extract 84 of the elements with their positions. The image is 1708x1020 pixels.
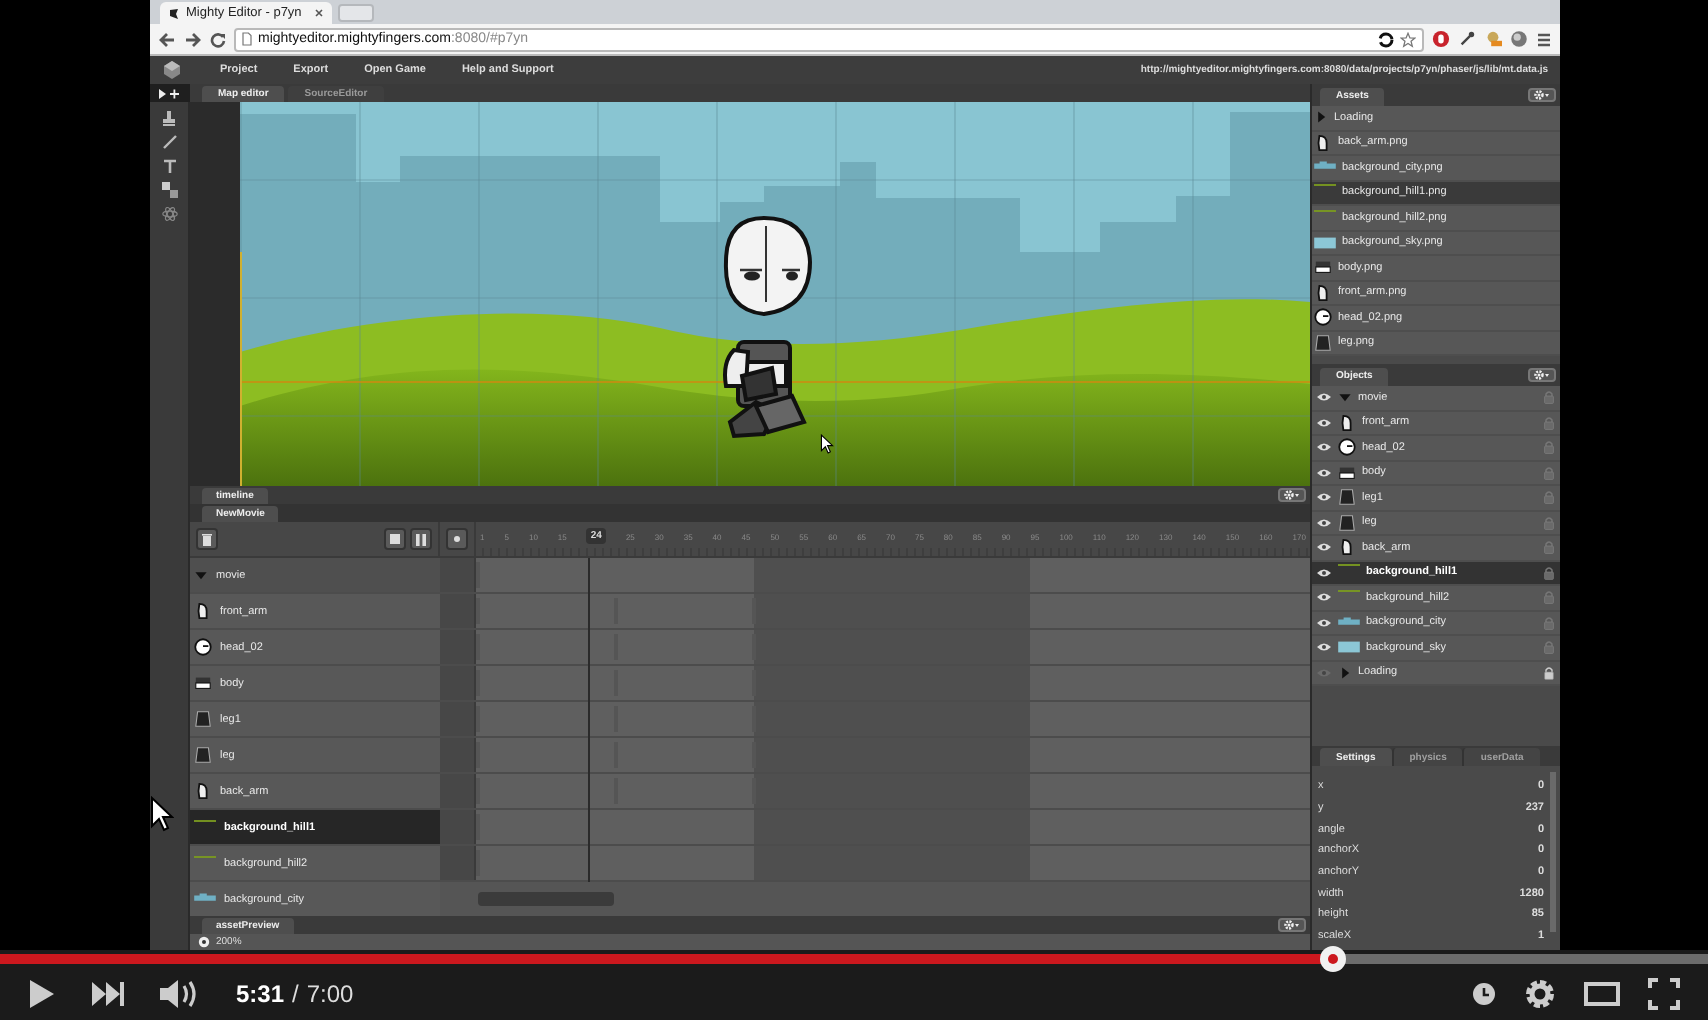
next-icon[interactable] xyxy=(92,981,124,1005)
eye-icon[interactable] xyxy=(1316,417,1332,428)
settings-menu-button[interactable] xyxy=(1528,368,1556,382)
settings-icon[interactable] xyxy=(1524,977,1556,1009)
eye-icon[interactable] xyxy=(1316,567,1332,578)
brush-tool-icon[interactable] xyxy=(161,133,177,149)
trash-icon[interactable] xyxy=(202,533,212,545)
arm-icon xyxy=(1338,538,1356,557)
reload-icon[interactable] xyxy=(210,31,226,47)
close-icon[interactable] xyxy=(314,8,324,18)
tile-tool-icon[interactable] xyxy=(161,181,177,197)
sky-icon xyxy=(1314,233,1336,252)
globe-icon[interactable] xyxy=(1510,30,1528,48)
record-icon[interactable] xyxy=(454,536,460,542)
record-button[interactable] xyxy=(446,528,468,550)
collapse-arrow-icon[interactable] xyxy=(1338,390,1352,405)
line-icon xyxy=(1314,184,1336,187)
arm-icon xyxy=(194,602,212,620)
lock-icon[interactable] xyxy=(1544,665,1554,680)
expand-arrow-icon[interactable] xyxy=(1314,110,1328,125)
expand-arrow-icon[interactable] xyxy=(1338,665,1352,680)
eyedropper-icon[interactable] xyxy=(1458,30,1476,48)
clock-icon[interactable] xyxy=(1472,981,1496,1005)
page-icon xyxy=(242,32,252,46)
line-icon xyxy=(1338,564,1360,567)
scrollbar-thumb[interactable] xyxy=(478,892,614,906)
app-logo-icon[interactable] xyxy=(162,60,182,80)
play-icon[interactable] xyxy=(28,977,56,1009)
sky-icon xyxy=(1338,638,1360,657)
eye-icon[interactable] xyxy=(1316,442,1332,453)
stamp-tool-icon[interactable] xyxy=(162,109,176,125)
line-icon xyxy=(1338,589,1360,592)
scrollbar[interactable] xyxy=(1550,772,1556,932)
text-tool-icon[interactable] xyxy=(161,157,177,173)
extension-icon[interactable] xyxy=(1432,30,1450,48)
eye-icon[interactable] xyxy=(1316,517,1332,528)
new-tab-button[interactable] xyxy=(338,4,374,22)
star-icon[interactable] xyxy=(1400,31,1416,47)
fullscreen-icon[interactable] xyxy=(1648,977,1680,1009)
eye-icon[interactable] xyxy=(1316,542,1332,553)
arm-icon xyxy=(194,782,212,800)
settings-menu-button[interactable] xyxy=(1278,918,1306,932)
eye-icon[interactable] xyxy=(1316,467,1332,478)
time-separator: / xyxy=(292,979,299,1007)
line-icon xyxy=(194,819,216,821)
arm-icon xyxy=(1314,133,1332,152)
settings-menu-button[interactable] xyxy=(1528,88,1556,102)
pause-button[interactable] xyxy=(410,528,432,550)
theater-mode-icon[interactable] xyxy=(1584,981,1620,1005)
hidden-eye-icon[interactable] xyxy=(1316,667,1332,678)
volume-icon[interactable] xyxy=(160,977,200,1009)
atom-icon[interactable] xyxy=(161,205,177,221)
extension-icon[interactable] xyxy=(1484,30,1502,48)
head-icon xyxy=(1314,308,1332,327)
current-time: 5:31 xyxy=(236,979,285,1007)
mouse-cursor-icon xyxy=(820,434,834,454)
head-icon xyxy=(1338,438,1356,457)
stop-button[interactable] xyxy=(384,528,406,550)
sync-icon[interactable] xyxy=(1378,31,1394,47)
mouse-cursor-icon xyxy=(150,796,174,832)
eye-icon[interactable] xyxy=(1316,592,1332,603)
lock-icon[interactable] xyxy=(1544,565,1554,580)
total-time: 7:00 xyxy=(306,979,354,1007)
zoom-icon[interactable] xyxy=(198,936,210,948)
arm-icon xyxy=(1314,283,1332,302)
head-icon xyxy=(194,638,212,656)
site-logo-icon xyxy=(168,7,180,19)
body-icon xyxy=(1338,463,1356,482)
back-icon[interactable] xyxy=(158,31,176,47)
line-icon xyxy=(1314,209,1336,212)
arm-icon xyxy=(1338,413,1356,432)
select-tool-icon[interactable] xyxy=(158,87,180,99)
collapse-arrow-icon[interactable] xyxy=(194,568,208,582)
line-icon xyxy=(194,855,216,857)
eye-icon[interactable] xyxy=(1316,617,1332,628)
body-icon xyxy=(194,674,212,692)
forward-icon[interactable] xyxy=(184,31,202,47)
eye-icon[interactable] xyxy=(1316,392,1332,403)
eye-icon[interactable] xyxy=(1316,642,1332,653)
delete-button[interactable] xyxy=(196,528,218,550)
pause-icon[interactable] xyxy=(416,533,426,545)
settings-menu-button[interactable] xyxy=(1278,488,1306,502)
menu-icon[interactable] xyxy=(1536,31,1552,47)
eye-icon[interactable] xyxy=(1316,492,1332,503)
